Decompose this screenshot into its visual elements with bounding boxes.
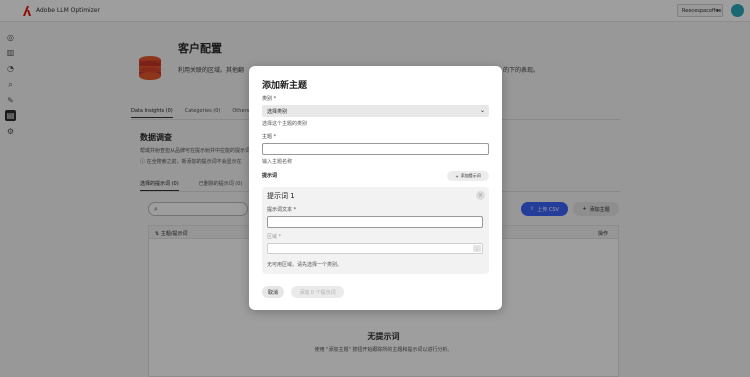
add-prompt-button[interactable]: + 添加提示词 <box>447 171 489 181</box>
plus-icon: + <box>455 173 459 179</box>
add-prompt-label: 添加提示词 <box>460 173 481 178</box>
category-select[interactable]: 选择类别 ⌄ <box>262 105 489 117</box>
category-select-value: 选择类别 <box>267 109 288 115</box>
add-topic-dialog: 添加新主题 类别 * 选择类别 ⌄ 选择这个主题的类别 主题 * 输入主题名称 … <box>249 66 502 310</box>
region-select[interactable]: ⌄ <box>267 243 483 254</box>
dialog-title: 添加新主题 <box>262 81 308 91</box>
prompt-card-title: 提示词 1 <box>267 192 295 200</box>
region-label: 区域 * <box>267 234 282 240</box>
prompt-text-label: 提示词文本 * <box>267 207 297 213</box>
remove-prompt-icon[interactable]: × <box>476 191 485 200</box>
chevron-down-icon: ⌄ <box>473 245 481 252</box>
prompt-text-input[interactable] <box>267 216 483 228</box>
cancel-button[interactable]: 取消 <box>262 286 284 298</box>
category-label: 类别 * <box>262 96 277 102</box>
chevron-down-icon: ⌄ <box>479 107 485 114</box>
prompt-card: 提示词 1 × 提示词文本 * 区域 * ⌄ 无可用区域。请先选择一个类别。 <box>262 187 489 274</box>
category-help: 选择这个主题的类别 <box>262 121 308 127</box>
submit-button[interactable]: 添加 0 个提示词 <box>291 286 344 298</box>
topic-help: 输入主题名称 <box>262 159 293 165</box>
prompts-label: 提示词 <box>262 173 278 179</box>
region-help: 无可用区域。请先选择一个类别。 <box>267 262 343 268</box>
topic-label: 主题 * <box>262 134 277 140</box>
topic-input[interactable] <box>262 143 489 155</box>
